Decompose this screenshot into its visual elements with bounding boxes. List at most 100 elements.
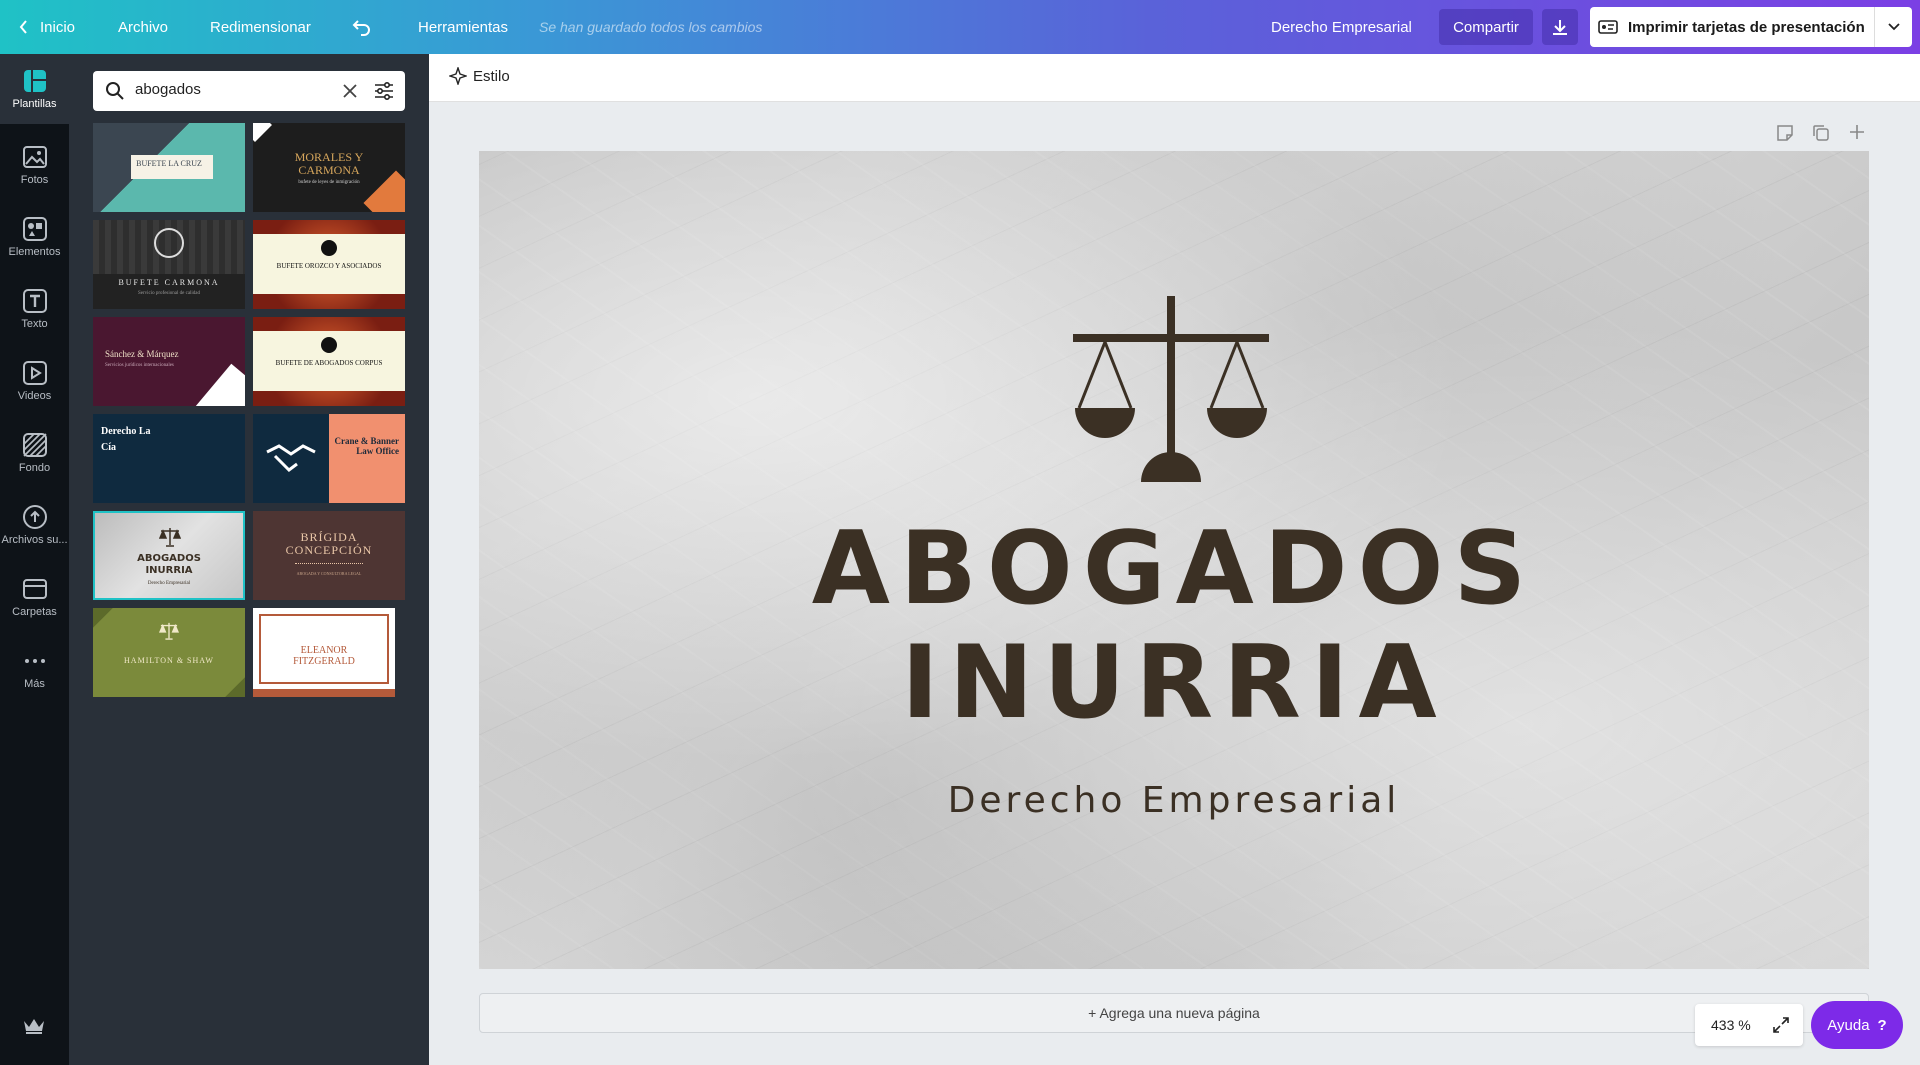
template-thumbnail[interactable]: MORALES Y CARMONA bufete de leyes de inm… bbox=[253, 123, 405, 212]
template-title: BUFETE DE ABOGADOS CORPUS bbox=[275, 359, 383, 367]
template-thumbnail[interactable]: ELEANOR FITZGERALD bbox=[253, 608, 395, 697]
add-page-icon[interactable] bbox=[1849, 124, 1865, 140]
template-title: Crane & Banner Law Office bbox=[334, 436, 400, 456]
card-subtitle[interactable]: Derecho Empresarial bbox=[479, 779, 1869, 823]
template-title: ABOGADOS INURRIA bbox=[137, 553, 201, 576]
template-subtitle: Servicios jurídicos internacionales bbox=[105, 363, 174, 368]
card-panel bbox=[329, 414, 405, 503]
style-toolbar: Estilo bbox=[429, 54, 1920, 102]
undo-button[interactable] bbox=[352, 0, 372, 54]
style-button[interactable]: Estilo bbox=[449, 67, 510, 85]
template-thumbnail[interactable]: BUFETE CARMONA Servicio profesional de c… bbox=[93, 220, 245, 309]
template-subtitle: Servicio profesional de calidad bbox=[137, 291, 201, 296]
scales-icon bbox=[159, 622, 179, 640]
template-thumbnail-selected[interactable]: ABOGADOS INURRIA Derecho Empresarial bbox=[93, 511, 245, 600]
design-name[interactable]: Derecho Empresarial bbox=[1271, 0, 1412, 54]
uploads-icon bbox=[22, 504, 48, 530]
divider bbox=[295, 563, 363, 564]
nav-label: Más bbox=[24, 678, 45, 690]
design-card[interactable]: ABOGADOS INURRIA Derecho Empresarial bbox=[479, 151, 1869, 969]
add-new-page-button[interactable]: + Agrega una nueva página bbox=[479, 993, 1869, 1033]
search-box[interactable] bbox=[93, 71, 405, 111]
nav-more[interactable]: Más bbox=[0, 642, 69, 702]
template-thumbnail[interactable]: BUFETE DE ABOGADOS CORPUS bbox=[253, 317, 405, 406]
download-button[interactable] bbox=[1542, 9, 1578, 45]
top-bar: Inicio Archivo Redimensionar Herramienta… bbox=[0, 0, 1920, 54]
home-button[interactable]: Inicio bbox=[18, 0, 75, 54]
template-subtitle: bufete de leyes de inmigración bbox=[298, 180, 360, 185]
nav-text[interactable]: Texto bbox=[0, 282, 69, 342]
zoom-level: 433 % bbox=[1711, 1017, 1751, 1033]
logo-emblem bbox=[154, 228, 184, 258]
template-title: BUFETE OROZCO Y ASOCIADOS bbox=[276, 262, 382, 270]
background-icon bbox=[22, 432, 48, 458]
fullscreen-icon[interactable] bbox=[1773, 1017, 1789, 1033]
filter-icon[interactable] bbox=[374, 82, 394, 100]
template-title: Sánchez & Márquez bbox=[105, 349, 179, 359]
tools-menu[interactable]: Herramientas bbox=[418, 0, 508, 54]
help-button[interactable]: Ayuda ? bbox=[1811, 1001, 1903, 1049]
folders-icon bbox=[22, 576, 48, 602]
template-thumbnail[interactable]: Derecho La Cía bbox=[93, 414, 245, 503]
chevron-left-icon bbox=[19, 20, 27, 34]
notes-icon[interactable] bbox=[1776, 124, 1794, 142]
nav-templates[interactable]: Plantillas bbox=[0, 54, 69, 124]
print-cards-button[interactable]: Imprimir tarjetas de presentación bbox=[1590, 7, 1912, 47]
crown-icon[interactable] bbox=[22, 1017, 46, 1040]
template-title: BRÍGIDA CONCEPCIÓN bbox=[285, 530, 373, 557]
zoom-control[interactable]: 433 % bbox=[1695, 1004, 1803, 1046]
card-title-line1[interactable]: ABOGADOS bbox=[479, 513, 1869, 623]
template-title: ELEANOR FITZGERALD bbox=[293, 645, 355, 667]
accent-shape bbox=[192, 363, 245, 406]
nav-label: Archivos su... bbox=[1, 534, 68, 546]
clear-search-icon[interactable] bbox=[343, 84, 357, 98]
style-label: Estilo bbox=[473, 67, 510, 85]
template-thumbnail[interactable]: Crane & Banner Law Office bbox=[253, 414, 405, 503]
left-nav: Plantillas Fotos Elementos Texto Videos … bbox=[0, 54, 69, 1065]
accent-shape bbox=[93, 608, 113, 628]
elements-icon bbox=[22, 216, 48, 242]
resize-button[interactable]: Redimensionar bbox=[210, 0, 311, 54]
nav-uploads[interactable]: Archivos su... bbox=[0, 498, 69, 558]
template-thumbnail[interactable]: BUFETE LA CRUZ bbox=[93, 123, 245, 212]
template-thumbnail[interactable]: BUFETE OROZCO Y ASOCIADOS bbox=[253, 220, 405, 309]
chevron-down-icon bbox=[1887, 23, 1900, 31]
template-subtitle: Derecho Empresarial bbox=[147, 581, 191, 586]
file-menu[interactable]: Archivo bbox=[118, 0, 168, 54]
templates-icon bbox=[22, 68, 48, 94]
card-title-line2[interactable]: INURRIA bbox=[479, 627, 1869, 737]
card-band bbox=[253, 689, 395, 697]
nav-label: Carpetas bbox=[12, 606, 57, 618]
download-icon bbox=[1553, 20, 1567, 35]
duplicate-page-icon[interactable] bbox=[1812, 124, 1830, 142]
print-options-dropdown[interactable] bbox=[1874, 7, 1912, 47]
template-title: MORALES Y CARMONA bbox=[294, 150, 364, 177]
nav-label: Videos bbox=[17, 390, 52, 402]
search-input[interactable] bbox=[135, 81, 335, 98]
scales-of-justice-icon[interactable] bbox=[1073, 296, 1269, 482]
nav-videos[interactable]: Videos bbox=[0, 354, 69, 414]
nav-photos[interactable]: Fotos bbox=[0, 138, 69, 198]
scales-icon bbox=[321, 337, 337, 353]
canvas-area: ABOGADOS INURRIA Derecho Empresarial + A… bbox=[429, 102, 1920, 1065]
nav-label: Fondo bbox=[18, 462, 51, 474]
accent-shape bbox=[225, 677, 245, 697]
template-title: BUFETE LA CRUZ bbox=[136, 159, 202, 168]
accent-shape bbox=[253, 123, 272, 142]
share-button[interactable]: Compartir bbox=[1439, 9, 1533, 45]
template-thumbnail[interactable]: Sánchez & Márquez Servicios jurídicos in… bbox=[93, 317, 245, 406]
save-status: Se han guardado todos los cambios bbox=[539, 19, 763, 35]
template-title: HAMILTON & SHAW bbox=[124, 656, 214, 665]
print-label: Imprimir tarjetas de presentación bbox=[1628, 18, 1865, 36]
nav-background[interactable]: Fondo bbox=[0, 426, 69, 486]
nav-folders[interactable]: Carpetas bbox=[0, 570, 69, 630]
more-icon bbox=[22, 648, 48, 674]
template-thumbnail[interactable]: BRÍGIDA CONCEPCIÓN ABOGADA Y CONSULTORA … bbox=[253, 511, 405, 600]
business-card-icon bbox=[1598, 20, 1618, 34]
templates-panel: BUFETE LA CRUZ MORALES Y CARMONA bufete … bbox=[69, 54, 429, 1065]
nav-elements[interactable]: Elementos bbox=[0, 210, 69, 270]
nav-label: Texto bbox=[21, 318, 48, 330]
home-label: Inicio bbox=[40, 18, 76, 36]
template-thumbnail[interactable]: HAMILTON & SHAW bbox=[93, 608, 245, 697]
handshake-icon bbox=[266, 444, 316, 472]
